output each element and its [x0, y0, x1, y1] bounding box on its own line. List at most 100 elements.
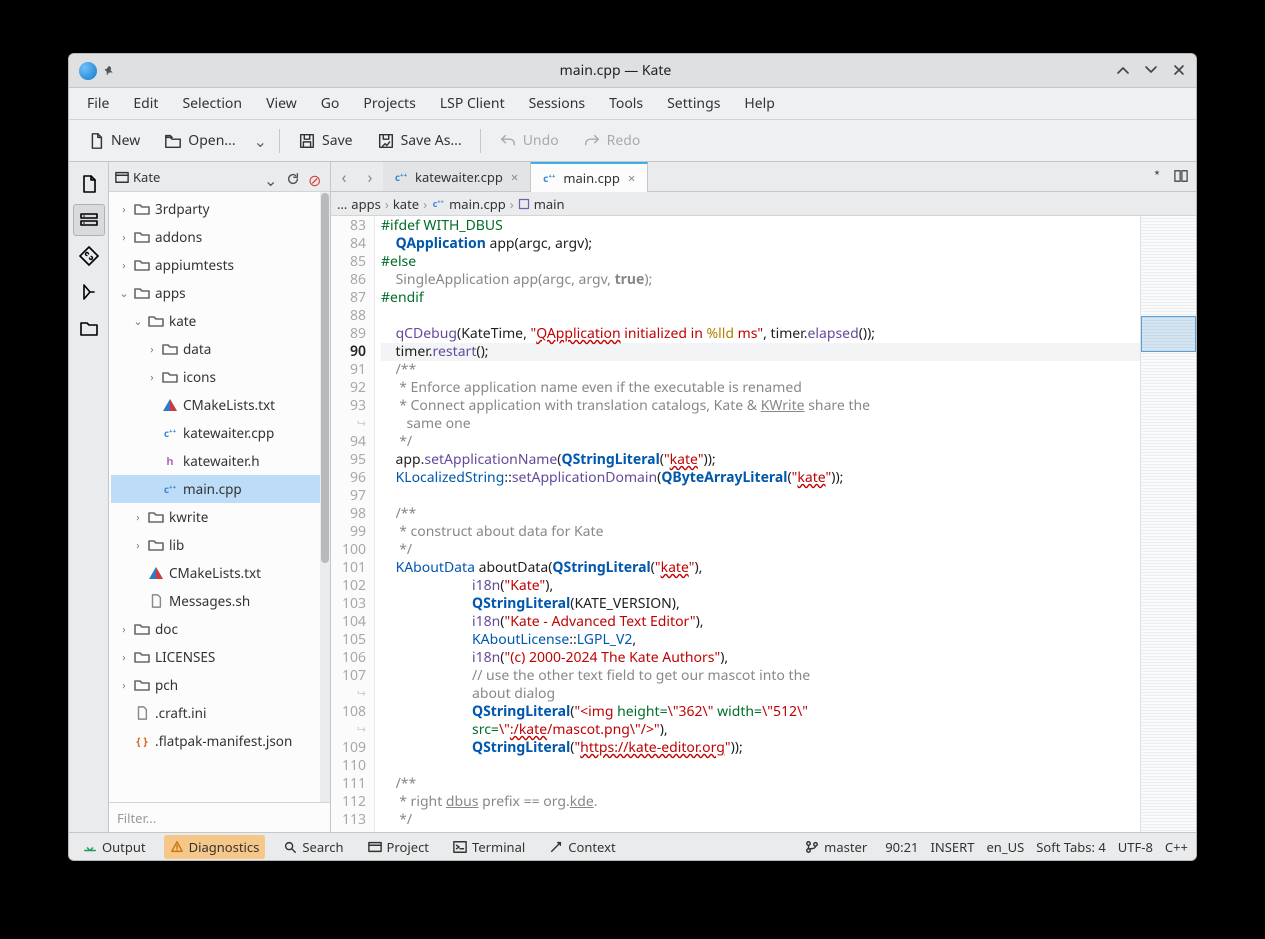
minimap-viewport[interactable] [1141, 316, 1196, 352]
projects-tool-icon[interactable] [73, 204, 105, 236]
code-line[interactable]: QStringLiteral(KATE_VERSION), [381, 595, 1140, 613]
code-line[interactable]: */ [381, 811, 1140, 829]
expand-chevron-icon[interactable]: › [117, 230, 131, 245]
code-line[interactable]: /** [381, 505, 1140, 523]
code-line[interactable]: about dialog [381, 685, 1140, 703]
open-button[interactable]: Open... [154, 125, 245, 156]
open-dropdown[interactable]: ⌄ [250, 124, 271, 158]
tab-close-icon[interactable]: × [626, 169, 637, 187]
new-button[interactable]: New [77, 125, 150, 156]
code-line[interactable]: * Connect application with translation c… [381, 397, 1140, 415]
undo-button[interactable]: Undo [489, 125, 569, 156]
tab-prev-icon[interactable]: ‹ [331, 162, 357, 191]
code-line[interactable]: * construct about data for Kate [381, 523, 1140, 541]
menu-lsp-client[interactable]: LSP Client [428, 88, 517, 119]
code-line[interactable]: SingleApplication app(argc, argv, true); [381, 271, 1140, 289]
code-line[interactable] [381, 487, 1140, 505]
documents-tool-icon[interactable] [73, 168, 105, 200]
folder-pch[interactable]: ›pch [111, 671, 320, 699]
code-line[interactable]: KAboutLicense::LGPL_V2, [381, 631, 1140, 649]
expand-chevron-icon[interactable]: › [145, 342, 159, 357]
code-line[interactable]: qCDebug(KateTime, "QApplication initiali… [381, 325, 1140, 343]
language-status[interactable]: C++ [1165, 838, 1188, 856]
code-line[interactable]: KLocalizedString::setApplicationDomain(Q… [381, 469, 1140, 487]
breadcrumb-overflow[interactable]: … [337, 195, 347, 213]
output-panel-button[interactable]: Output [77, 835, 152, 859]
expand-chevron-icon[interactable]: ⌄ [117, 286, 131, 301]
close-sidebar-icon[interactable]: ⊘ [308, 169, 324, 185]
expand-chevron-icon[interactable]: › [117, 258, 131, 273]
context-panel-button[interactable]: Context [543, 835, 621, 859]
expand-chevron-icon[interactable]: › [117, 678, 131, 693]
code-line[interactable]: same one [381, 415, 1140, 433]
expand-chevron-icon[interactable]: › [145, 370, 159, 385]
file--craft-ini[interactable]: .craft.ini [111, 699, 320, 727]
code-line[interactable]: #ifdef WITH_DBUS [381, 217, 1140, 235]
diagnostics-panel-button[interactable]: Diagnostics [164, 835, 266, 859]
code-line[interactable]: /** [381, 361, 1140, 379]
code-line[interactable]: KAboutData aboutData(QStringLiteral("kat… [381, 559, 1140, 577]
save-button[interactable]: Save [288, 125, 363, 156]
menu-projects[interactable]: Projects [351, 88, 427, 119]
code-line[interactable]: #else [381, 253, 1140, 271]
menu-tools[interactable]: Tools [597, 88, 655, 119]
minimap[interactable] [1140, 216, 1196, 832]
tab-close-icon[interactable]: × [509, 168, 520, 186]
encoding-status[interactable]: UTF-8 [1118, 838, 1153, 856]
filter-input[interactable]: Filter... [109, 802, 330, 832]
maximize-button[interactable] [1144, 63, 1158, 79]
filesystem-tool-icon[interactable] [73, 312, 105, 344]
tab-main-cpp[interactable]: c⁺⁺main.cpp× [531, 162, 648, 192]
breadcrumb-main-cpp[interactable]: c⁺⁺main.cpp [431, 195, 506, 213]
folder-icons[interactable]: ›icons [111, 363, 320, 391]
expand-chevron-icon[interactable]: ⌄ [131, 314, 145, 329]
menu-go[interactable]: Go [309, 88, 352, 119]
code-line[interactable]: */ [381, 541, 1140, 559]
tab-next-icon[interactable]: › [357, 162, 383, 191]
code-editor[interactable]: 8384858687888990919293↪94959697989910010… [331, 216, 1196, 832]
redo-button[interactable]: Redo [573, 125, 651, 156]
code-line[interactable]: QStringLiteral("<img height=\"362\" widt… [381, 703, 1140, 721]
folder-3rdparty[interactable]: ›3rdparty [111, 195, 320, 223]
code-line[interactable]: #endif [381, 289, 1140, 307]
minimize-button[interactable] [1116, 63, 1130, 79]
folder-licenses[interactable]: ›LICENSES [111, 643, 320, 671]
breadcrumb-kate[interactable]: kate [393, 195, 419, 213]
menu-edit[interactable]: Edit [121, 88, 170, 119]
expand-chevron-icon[interactable]: › [117, 622, 131, 637]
folder-doc[interactable]: ›doc [111, 615, 320, 643]
breadcrumb-main[interactable]: main [518, 195, 565, 213]
folder-addons[interactable]: ›addons [111, 223, 320, 251]
indent-status[interactable]: Soft Tabs: 4 [1036, 838, 1106, 856]
code-line[interactable]: i18n("Kate"), [381, 577, 1140, 595]
pin-icon[interactable] [103, 60, 115, 82]
code-line[interactable]: i18n("Kate - Advanced Text Editor"), [381, 613, 1140, 631]
folder-apps[interactable]: ⌄apps [111, 279, 320, 307]
code-line[interactable] [381, 307, 1140, 325]
save-as-button[interactable]: Save As... [367, 125, 472, 156]
folder-kwrite[interactable]: ›kwrite [111, 503, 320, 531]
folder-data[interactable]: ›data [111, 335, 320, 363]
file-messages-sh[interactable]: Messages.sh [111, 587, 320, 615]
terminal-panel-button[interactable]: Terminal [447, 835, 531, 859]
code-line[interactable] [381, 757, 1140, 775]
cursor-position[interactable]: 90:21 [885, 838, 918, 856]
search-panel-button[interactable]: Search [277, 835, 349, 859]
menu-selection[interactable]: Selection [170, 88, 254, 119]
close-button[interactable] [1172, 63, 1186, 79]
expand-chevron-icon[interactable]: › [117, 650, 131, 665]
git-branch-status[interactable]: master [799, 835, 873, 859]
file-main-cpp[interactable]: c⁺⁺main.cpp [111, 475, 320, 503]
menu-sessions[interactable]: Sessions [517, 88, 597, 119]
refresh-icon[interactable] [286, 169, 302, 185]
folder-appiumtests[interactable]: ›appiumtests [111, 251, 320, 279]
menu-file[interactable]: File [75, 88, 121, 119]
file-katewaiter-h[interactable]: hkatewaiter.h [111, 447, 320, 475]
project-panel-button[interactable]: Project [362, 835, 435, 859]
folder-kate[interactable]: ⌄kate [111, 307, 320, 335]
code-line[interactable]: * right dbus prefix == org.kde. [381, 793, 1140, 811]
code-line[interactable]: src=\":/kate/mascot.png\"/>"), [381, 721, 1140, 739]
quick-open-icon[interactable] [1150, 166, 1164, 188]
code-line[interactable]: /** [381, 775, 1140, 793]
menu-help[interactable]: Help [732, 88, 787, 119]
